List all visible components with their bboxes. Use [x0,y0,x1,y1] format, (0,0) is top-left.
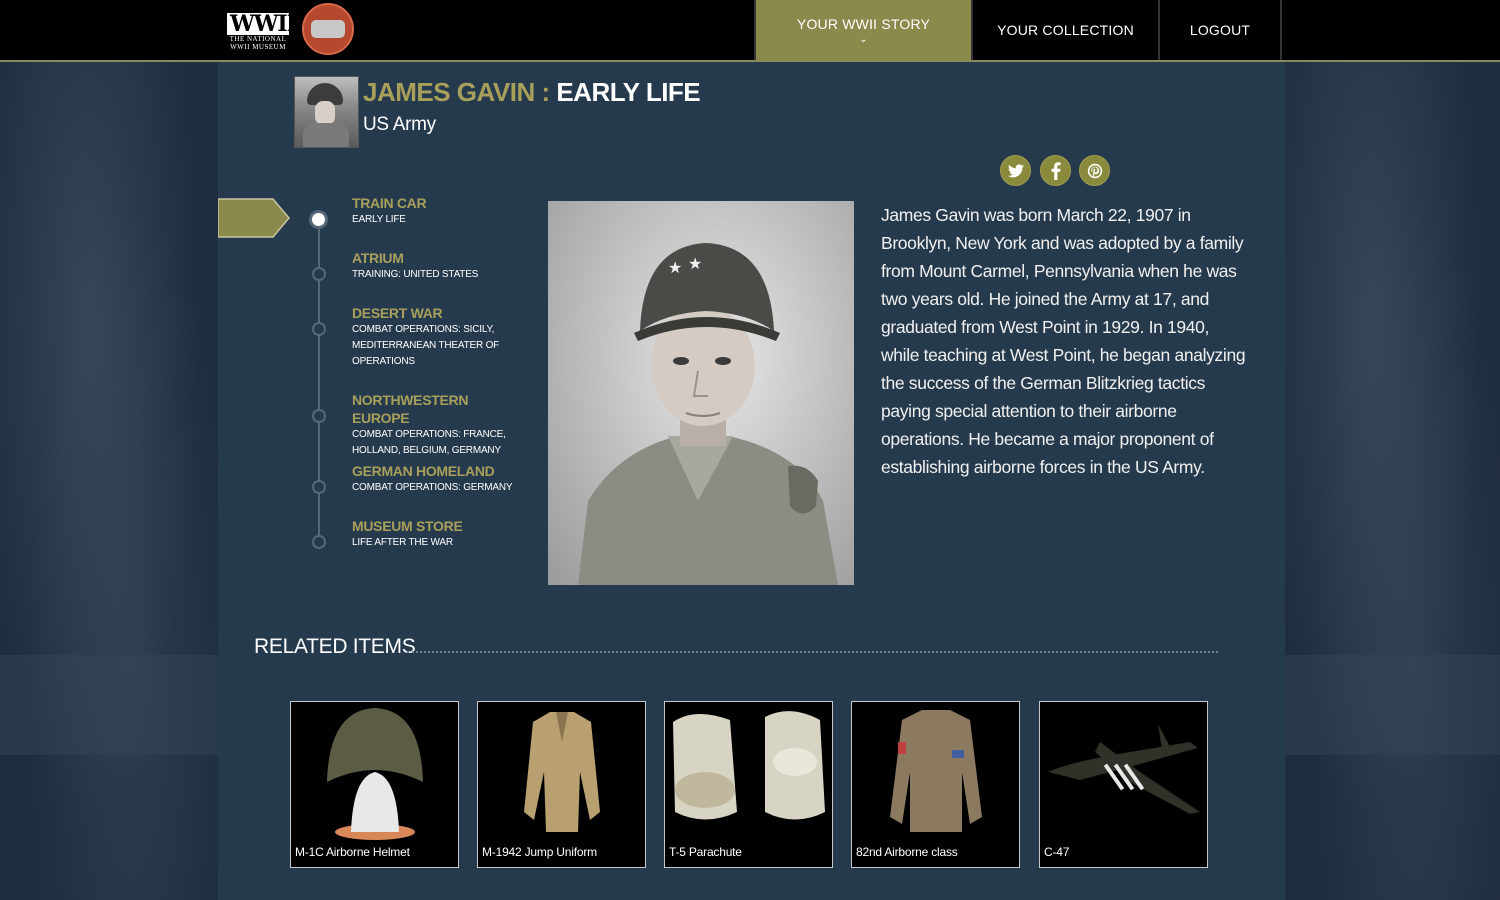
related-item-caption: T-5 Parachute [669,845,742,859]
nav-label: LOGOUT [1189,22,1251,38]
timeline-item-subtitle: COMBAT OPERATIONS: FRANCE, HOLLAND, BELG… [352,429,506,456]
timeline-item-subtitle: COMBAT OPERATIONS: GERMANY [352,482,513,493]
twitter-icon[interactable] [1000,155,1031,186]
page-title: JAMES GAVIN : EARLY LIFE [363,76,701,108]
related-item-caption: C-47 [1044,845,1070,859]
jacket-thumbnail [524,712,600,832]
timeline-item-subtitle: TRAINING: UNITED STATES [352,269,479,280]
divider [407,651,1218,653]
logo-mark: WWII [227,13,297,35]
related-item-card[interactable]: M-1942 Jump Uniform [477,701,646,868]
nav-label: YOUR COLLECTION [997,22,1134,38]
timeline-item-german-homeland[interactable]: GERMAN HOMELAND COMBAT OPERATIONS: GERMA… [352,462,522,496]
timeline-node[interactable] [312,409,326,423]
related-item-card[interactable]: 82nd Airborne class [851,701,1020,868]
timeline-node[interactable] [312,480,326,494]
facebook-icon[interactable] [1040,155,1071,186]
timeline-item-subtitle: EARLY LIFE [352,214,406,225]
timeline-item-title: ATRIUM [352,250,404,266]
top-navigation-bar: WWII THE NATIONAL WWII MUSEUM YOUR WWII … [0,0,1500,62]
service-branch: US Army [363,114,436,135]
timeline-item-museum-store[interactable]: MUSEUM STORE LIFE AFTER THE WAR [352,517,522,551]
timeline-node[interactable] [312,322,326,336]
related-item-card[interactable]: C-47 [1039,701,1208,868]
museum-logo[interactable]: WWII THE NATIONAL WWII MUSEUM [227,13,297,53]
nav-logout[interactable]: LOGOUT [1158,0,1282,60]
svg-text:★: ★ [668,258,682,277]
timeline-item-subtitle: LIFE AFTER THE WAR [352,537,453,548]
parachute-thumbnail [673,711,825,820]
pinterest-icon[interactable] [1079,155,1110,186]
timeline-item-title: TRAIN CAR [352,195,427,211]
profile-avatar [294,76,359,148]
nav-label: YOUR WWII STORY [796,15,931,32]
c47-aircraft-thumbnail [1048,724,1200,814]
timeline-item-title: NORTHWESTERN EUROPE [352,392,469,426]
svg-text:★: ★ [688,254,702,273]
logo-subtitle: THE NATIONAL WWII MUSEUM [229,35,287,51]
related-items-heading: RELATED ITEMS [254,635,416,658]
soldier-name: JAMES GAVIN [363,77,535,107]
timeline-item-atrium[interactable]: ATRIUM TRAINING: UNITED STATES [352,249,522,283]
avatar-face [315,101,335,125]
timeline-node[interactable] [312,535,326,549]
portrait-photo: ★ ★ [548,201,854,585]
timeline-item-desert-war[interactable]: DESERT WAR COMBAT OPERATIONS: SICILY, ME… [352,304,522,370]
related-item-card[interactable]: M-1C Airborne Helmet [290,701,459,868]
timeline-node-current[interactable] [309,210,328,229]
timeline-item-title: DESERT WAR [352,305,443,321]
background-right [1285,62,1500,900]
avatar-body [303,123,349,147]
title-separator: : [534,77,557,107]
timeline-item-subtitle: COMBAT OPERATIONS: SICILY, MEDITERRANEAN… [352,324,500,367]
related-item-caption: M-1C Airborne Helmet [295,845,410,859]
nav-your-wwii-story[interactable]: YOUR WWII STORY ⌄ [754,0,971,60]
related-item-caption: 82nd Airborne class [856,845,958,859]
timeline-item-train-car[interactable]: TRAIN CAR EARLY LIFE [352,194,522,228]
timeline-item-title: MUSEUM STORE [352,518,463,534]
biography-text: James Gavin was born March 22, 1907 in B… [881,205,1246,477]
nav-your-collection[interactable]: YOUR COLLECTION [971,0,1158,60]
dog-tag-plate [311,20,345,38]
related-item-caption: M-1942 Jump Uniform [482,845,597,859]
helmet-thumbnail [327,708,423,840]
timeline-node[interactable] [312,267,326,281]
timeline-item-northwestern-europe[interactable]: NORTHWESTERN EUROPE COMBAT OPERATIONS: F… [352,391,522,459]
dog-tag-logo-icon[interactable] [302,3,354,55]
related-item-card[interactable]: T-5 Parachute [664,701,833,868]
background-left [0,62,218,900]
chapter-name: EARLY LIFE [556,77,701,107]
current-chapter-arrow [218,198,290,238]
class-jacket-thumbnail [890,710,982,832]
timeline-item-title: GERMAN HOMELAND [352,463,495,479]
chevron-down-icon: ⌄ [859,33,868,45]
